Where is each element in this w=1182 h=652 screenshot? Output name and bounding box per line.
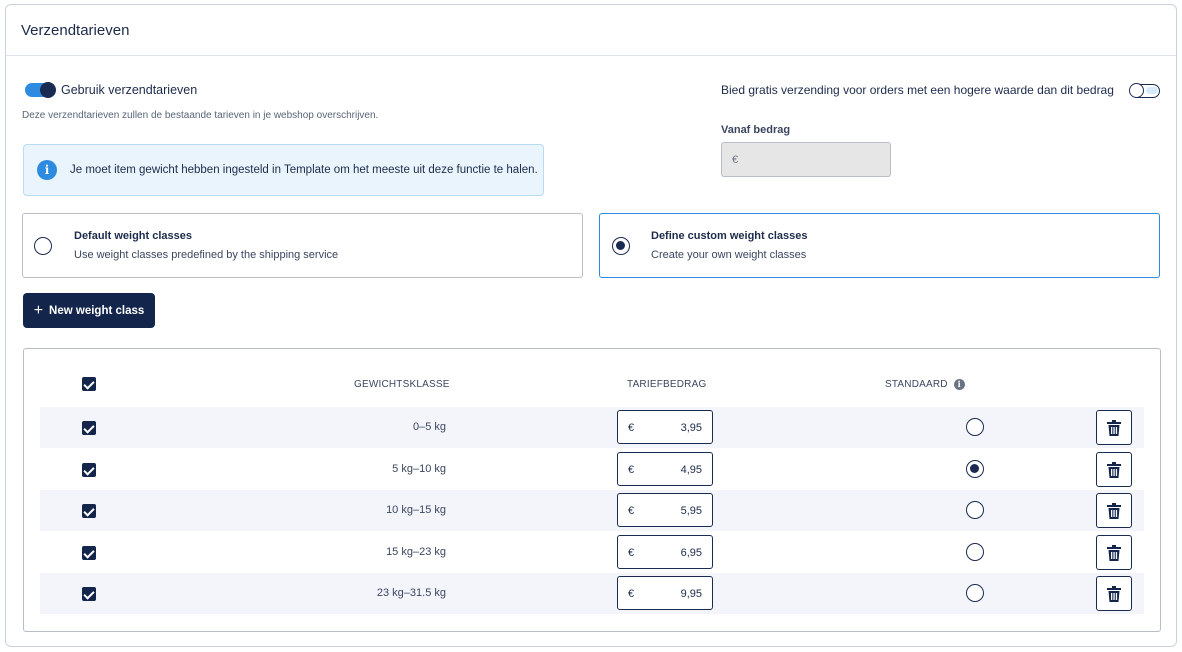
option-description: Create your own weight classes	[651, 249, 807, 261]
delete-button[interactable]	[1096, 535, 1132, 570]
default-radio[interactable]	[966, 418, 984, 436]
rate-value: 5,95	[680, 505, 702, 517]
toggle-knob	[40, 82, 56, 98]
option-title: Default weight classes	[74, 230, 192, 242]
option-radio[interactable]	[612, 237, 630, 255]
table-row: 15 kg–23 kg €6,95	[40, 532, 1144, 573]
panel-header: Verzendtarieven	[6, 5, 1176, 56]
info-banner: i Je moet item gewicht hebben ingesteld …	[23, 144, 544, 196]
toggle-knob	[1129, 83, 1144, 98]
default-radio[interactable]	[966, 543, 984, 561]
option-radio[interactable]	[34, 237, 52, 255]
currency-symbol: €	[628, 547, 635, 559]
rate-value: 6,95	[680, 547, 702, 559]
table-row: 23 kg–31.5 kg €9,95	[40, 573, 1144, 614]
default-radio[interactable]	[966, 501, 984, 519]
row-checkbox[interactable]	[82, 421, 96, 435]
delete-button[interactable]	[1096, 576, 1132, 611]
currency-symbol: €	[628, 422, 635, 434]
free-shipping-label: Bied gratis verzending voor orders met e…	[721, 83, 1114, 97]
toggle-track	[1146, 87, 1158, 94]
table-row: 10 kg–15 kg €5,95	[40, 490, 1144, 531]
info-icon[interactable]: i	[953, 379, 965, 390]
trash-icon	[1107, 544, 1121, 561]
header-default: STANDAARD i	[885, 379, 965, 390]
default-radio[interactable]	[966, 584, 984, 602]
weight-class-cell: 0–5 kg	[412, 421, 446, 433]
use-shipping-rates-label: Gebruik verzendtarieven	[61, 83, 198, 97]
shipping-rates-hint: Deze verzendtarieven zullen de bestaande…	[22, 110, 379, 121]
option-default-weight-classes[interactable]: Default weight classes Use weight classe…	[22, 213, 583, 278]
table-row: 0–5 kg €3,95	[40, 407, 1144, 448]
option-custom-weight-classes[interactable]: Define custom weight classes Create your…	[599, 213, 1160, 278]
rate-input[interactable]: €5,95	[617, 493, 713, 527]
use-shipping-rates-toggle[interactable]	[25, 82, 56, 98]
row-checkbox[interactable]	[82, 463, 96, 477]
trash-icon	[1107, 585, 1121, 602]
rate-value: 9,95	[680, 588, 702, 600]
shipping-rates-panel: Verzendtarieven Gebruik verzendtarieven …	[5, 4, 1177, 647]
rate-input[interactable]: €3,95	[617, 410, 713, 444]
new-weight-class-label: New weight class	[49, 304, 145, 317]
weight-class-cell: 23 kg–31.5 kg	[376, 587, 446, 599]
rate-input[interactable]: €4,95	[617, 452, 713, 486]
trash-icon	[1107, 502, 1121, 519]
amount-label: Vanaf bedrag	[721, 124, 791, 136]
option-title: Define custom weight classes	[651, 230, 808, 242]
amount-input[interactable]: €	[721, 142, 891, 177]
header-weight-class: GEWICHTSKLASSE	[354, 379, 450, 390]
table-row: 5 kg–10 kg €4,95	[40, 449, 1144, 490]
rate-input[interactable]: €9,95	[617, 576, 713, 610]
row-checkbox[interactable]	[82, 504, 96, 518]
delete-button[interactable]	[1096, 410, 1132, 445]
row-checkbox[interactable]	[82, 587, 96, 601]
delete-button[interactable]	[1096, 452, 1132, 487]
currency-symbol: €	[628, 464, 635, 476]
weight-class-table: GEWICHTSKLASSE TARIEFBEDRAG STANDAARD i 0…	[23, 348, 1161, 632]
header-rate: TARIEFBEDRAG	[627, 379, 707, 390]
option-description: Use weight classes predefined by the shi…	[74, 249, 339, 261]
new-weight-class-button[interactable]: + New weight class	[23, 293, 155, 328]
weight-class-cell: 10 kg–15 kg	[386, 504, 446, 516]
rate-value: 4,95	[680, 464, 702, 476]
currency-symbol: €	[628, 505, 635, 517]
default-radio[interactable]	[966, 460, 984, 478]
info-text: Je moet item gewicht hebben ingesteld in…	[70, 164, 538, 176]
free-shipping-toggle[interactable]	[1129, 83, 1160, 98]
currency-symbol: €	[628, 588, 635, 600]
trash-icon	[1107, 419, 1121, 436]
delete-button[interactable]	[1096, 493, 1132, 528]
amount-placeholder: €	[732, 153, 739, 166]
weight-class-cell: 5 kg–10 kg	[392, 463, 446, 475]
weight-class-cell: 15 kg–23 kg	[386, 546, 446, 558]
trash-icon	[1107, 461, 1121, 478]
rate-input[interactable]: €6,95	[617, 535, 713, 569]
row-checkbox[interactable]	[82, 546, 96, 560]
rate-value: 3,95	[680, 422, 702, 434]
plus-icon: +	[33, 301, 44, 319]
info-icon: i	[37, 160, 57, 180]
page-title: Verzendtarieven	[21, 21, 130, 39]
header-default-label: STANDAARD	[885, 379, 948, 391]
select-all-checkbox[interactable]	[82, 377, 96, 391]
